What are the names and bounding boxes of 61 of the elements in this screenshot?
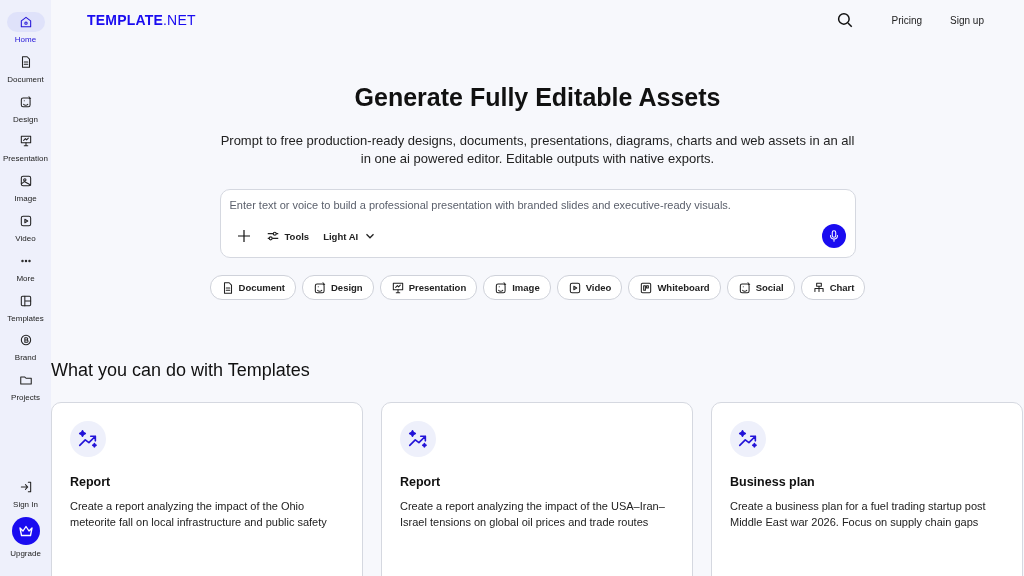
nav-link[interactable]: Sign up [950,14,984,26]
logo[interactable]: TEMPLATE.NET [87,12,196,28]
card-description: Create a report analyzing the impact of the Ohio meteorite fall on local infrastructure and public safety [70,499,328,530]
category-chip[interactable]: Whiteboard [628,275,721,300]
chart-icon [811,280,826,295]
category-chip[interactable]: Video [556,275,623,300]
card-description: Create a business plan for a fuel trading startup post Middle East war 2026. Focus on supply chain gaps [730,499,987,530]
model-dropdown[interactable]: Light AI [323,229,378,243]
presentation-icon [18,134,33,149]
category-chip[interactable]: Presentation [379,275,478,300]
sidebar-item[interactable]: Home [0,12,51,52]
sidebar-item[interactable]: Projects [0,370,51,410]
sidebar-item[interactable]: Video [0,211,51,251]
sidebar-item[interactable]: Image [0,171,51,211]
sliders-icon [265,229,280,243]
card-description: Create a report analyzing the impact of the USA–Iran–Israel tensions on global oil prices and trade routes [400,499,666,530]
card-title: Report [400,475,441,489]
brand-icon [18,333,33,348]
video-icon [567,280,582,295]
sidebar-item[interactable]: Presentation [0,131,51,172]
category-chip[interactable]: Social [726,275,795,300]
design-icon [737,280,752,295]
category-chip[interactable]: Chart [800,275,866,300]
card-title: Report [70,475,111,489]
upgrade-button[interactable]: Upgrade [0,517,51,558]
presentation-icon [390,280,405,295]
video-icon [18,214,33,228]
sparkle-trend-icon [407,428,429,450]
category-chip[interactable]: Image [483,275,551,300]
sidebar-item[interactable]: Brand [0,330,51,371]
template-card[interactable]: Business plan Create a business plan for a fuel trading startup post Middle East war 2026. Focus on supply chain gaps [711,402,1023,576]
template-card[interactable]: Report Create a report analyzing the impact of the USA–Iran–Israel tensions on global oil prices and trade routes [381,402,693,576]
sparkle-trend-icon [737,428,759,450]
section-title: What you can do with Templates [51,360,310,381]
projects-icon [18,373,33,388]
nav-link[interactable]: Pricing [891,14,923,26]
sidebar-item[interactable]: Design [0,91,51,132]
category-chip[interactable]: Design [302,275,374,300]
sidebar-item[interactable]: More [0,250,51,291]
microphone-button[interactable] [821,224,846,248]
hero-subtitle: Prompt to free production-ready designs, documents, presentations, diagrams, charts and web assets in an all in one ai powered editor. Editable outputs with native exports. [219,132,856,168]
whiteboard-icon [639,280,654,295]
card-title: Business plan [730,475,815,489]
design-icon [313,280,327,295]
sparkle-trend-icon [77,428,99,450]
home-icon [18,15,33,29]
sign-in-button[interactable]: Sign In [0,477,51,517]
image-icon [18,174,33,189]
design-icon [494,280,509,295]
category-chip[interactable]: Document [209,275,296,300]
sidebar-item[interactable]: Document [0,51,51,92]
templates-icon [18,293,33,308]
sidebar-item[interactable]: Templates [0,290,51,331]
sign-in-icon [18,480,33,495]
template-card[interactable]: Report Create a report analyzing the impact of the Ohio meteorite fall on local infrastructure and public safety [51,402,363,576]
design-icon [18,94,33,109]
hero-title: Generate Fully Editable Assets [354,83,721,112]
search-icon[interactable] [835,11,854,29]
prompt-field[interactable]: Enter text or voice to build a professional presentation with branded slides and executive-ready visuals. Tools Light AI [219,189,856,258]
tools-button[interactable]: Tools [265,229,310,243]
plus-icon[interactable] [235,228,252,244]
